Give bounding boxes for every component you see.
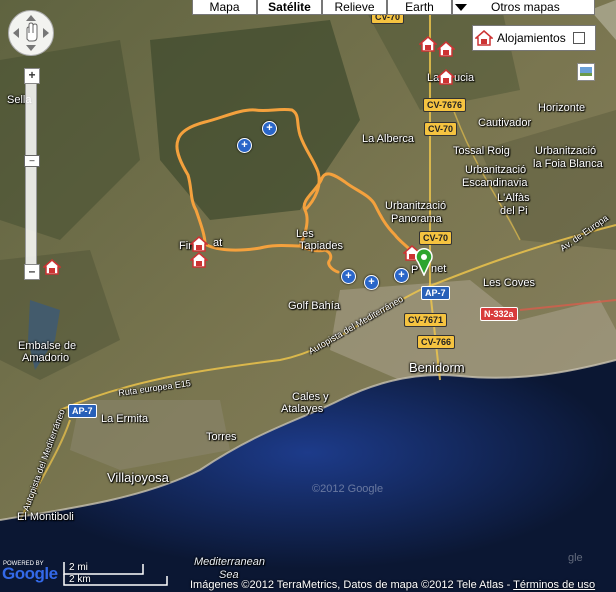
road-shield-n-332a: N-332a bbox=[480, 307, 518, 321]
scale-km: 2 km bbox=[69, 574, 91, 585]
place-label-golf-bahia: Golf Bahía bbox=[288, 300, 340, 312]
house-marker-icon[interactable] bbox=[437, 41, 455, 57]
place-label-la-nucia-b: ucia bbox=[454, 72, 475, 84]
house-marker-icon[interactable] bbox=[437, 69, 455, 85]
zoom-slider-handle[interactable]: – bbox=[24, 155, 40, 167]
place-label-finestrat-b: at bbox=[213, 237, 223, 249]
blue-plus-marker-icon[interactable]: + bbox=[237, 138, 252, 153]
place-label-tapiades: Tapiades bbox=[299, 240, 344, 252]
place-label-cautivador: Cautivador bbox=[478, 117, 532, 129]
alojamientos-toggle[interactable]: Alojamientos bbox=[472, 25, 596, 51]
map-type-mapa[interactable]: Mapa bbox=[192, 0, 257, 15]
house-marker-icon[interactable] bbox=[419, 36, 437, 52]
place-label-el-montiboli: El Montiboli bbox=[17, 511, 74, 523]
blue-plus-marker-icon[interactable]: + bbox=[364, 275, 379, 290]
map-type-otros-mapas[interactable]: Otros mapas bbox=[452, 0, 595, 15]
satellite-map[interactable]: Sella La Alberca Cautivador Horizonte To… bbox=[0, 0, 616, 592]
google-logo[interactable]: Google bbox=[2, 564, 58, 584]
road-shield-cv-766: CV-766 bbox=[417, 335, 456, 349]
zoom-in-button[interactable]: + bbox=[24, 68, 40, 84]
zoom-out-button[interactable]: – bbox=[24, 264, 40, 280]
watermark-google: ©2012 Google bbox=[312, 483, 384, 495]
scale-miles: 2 mi bbox=[69, 562, 88, 573]
layers-icon[interactable] bbox=[577, 63, 595, 81]
otros-mapas-label: Otros mapas bbox=[491, 0, 560, 14]
place-label-mediterranean: Mediterranean bbox=[194, 556, 265, 568]
map-type-satelite[interactable]: Satélite bbox=[257, 0, 322, 15]
place-label-benidorm: Benidorm bbox=[409, 360, 465, 375]
place-label-cales-y: Cales y bbox=[292, 391, 329, 403]
alojamientos-checkbox[interactable] bbox=[572, 32, 585, 44]
place-label-tossal-roig: Tossal Roig bbox=[453, 145, 510, 157]
road-shield-ap7-west: AP-7 bbox=[68, 404, 97, 418]
pan-arrows-icon bbox=[13, 15, 49, 51]
place-label-urbanitzacio-escandinavia: Urbanització bbox=[465, 164, 527, 176]
terms-link[interactable]: Términos de uso bbox=[513, 579, 595, 591]
place-label-atalayes: Atalayes bbox=[281, 403, 324, 415]
house-marker-icon[interactable] bbox=[190, 236, 208, 252]
place-label-lalfas: L'Alfàs bbox=[497, 192, 530, 204]
place-label-horizonte: Horizonte bbox=[538, 102, 586, 114]
place-label-la-foia-blanca: la Foia Blanca bbox=[533, 158, 603, 170]
place-label-embalse-de: Embalse de bbox=[18, 340, 77, 352]
map-type-bar: Mapa Satélite Relieve Earth Otros mapas bbox=[192, 0, 595, 15]
dropdown-triangle-icon bbox=[455, 3, 467, 11]
blue-plus-marker-icon[interactable]: + bbox=[262, 121, 277, 136]
place-label-urbanitzacio-foia: Urbanització bbox=[535, 145, 597, 157]
zoom-slider-track[interactable] bbox=[25, 82, 37, 274]
road-shield-cv-7676: CV-7676 bbox=[423, 98, 467, 112]
pan-control[interactable] bbox=[8, 10, 54, 56]
place-label-la-ermita: La Ermita bbox=[101, 413, 149, 425]
place-label-la-alberca: La Alberca bbox=[362, 133, 414, 145]
map-type-earth[interactable]: Earth bbox=[387, 0, 452, 15]
scale-bar: 2 mi 2 km bbox=[63, 562, 173, 586]
map-type-relieve[interactable]: Relieve bbox=[322, 0, 387, 15]
place-label-del-pi: del Pi bbox=[500, 205, 528, 217]
green-pin-marker-icon[interactable] bbox=[414, 248, 434, 276]
place-label-torres: Torres bbox=[206, 431, 237, 443]
place-label-les-coves: Les Coves bbox=[483, 277, 535, 289]
place-label-les: Les bbox=[296, 228, 314, 240]
house-marker-icon[interactable] bbox=[190, 252, 208, 268]
road-shield-cv-70-north: CV-70 bbox=[424, 122, 458, 136]
road-shield-ap7-east: AP-7 bbox=[421, 286, 450, 300]
road-shield-cv-70-south: CV-70 bbox=[419, 231, 453, 245]
blue-plus-marker-icon[interactable]: + bbox=[394, 268, 409, 283]
copyright-text: Imágenes ©2012 TerraMetrics, Datos de ma… bbox=[190, 579, 595, 591]
blue-plus-marker-icon[interactable]: + bbox=[341, 269, 356, 284]
place-label-escandinavia: Escandinavia bbox=[462, 177, 528, 189]
place-label-panorama: Panorama bbox=[391, 213, 442, 225]
google-logo-text: Google bbox=[2, 564, 58, 583]
house-marker-icon[interactable] bbox=[43, 259, 61, 275]
place-label-villajoyosa: Villajoyosa bbox=[107, 470, 169, 485]
house-icon bbox=[475, 30, 493, 46]
copyright-label: Imágenes ©2012 TerraMetrics, Datos de ma… bbox=[190, 579, 514, 591]
road-shield-cv-7671: CV-7671 bbox=[404, 313, 448, 327]
alojamientos-label: Alojamientos bbox=[497, 31, 566, 45]
satellite-imagery bbox=[0, 0, 616, 592]
place-label-urbanitzacio-panorama: Urbanització bbox=[385, 200, 447, 212]
watermark-gle: gle bbox=[568, 552, 583, 564]
place-label-amadorio: Amadorio bbox=[22, 352, 70, 364]
